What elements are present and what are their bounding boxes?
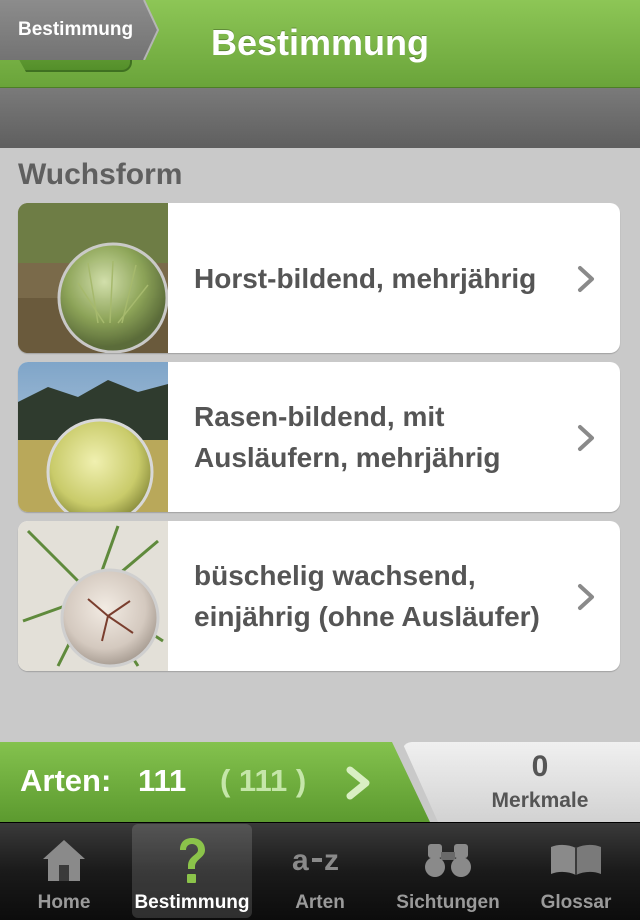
arten-total: ( 111 ) xyxy=(220,763,307,798)
question-icon xyxy=(174,834,210,886)
svg-text:a: a xyxy=(292,844,309,877)
list-item-label: büschelig wachsend, einjährig (ohne Ausl… xyxy=(194,560,540,632)
breadcrumb xyxy=(0,88,640,148)
chevron-right-icon xyxy=(346,766,370,800)
binoculars-icon xyxy=(423,834,473,886)
tab-arten[interactable]: a z Arten xyxy=(260,824,380,918)
chevron-right-icon xyxy=(578,425,594,451)
tab-bestimmung[interactable]: Bestimmung xyxy=(132,824,252,918)
tab-home[interactable]: Home xyxy=(4,824,124,918)
breadcrumb-separator-icon xyxy=(143,0,160,60)
tab-label: Arten xyxy=(295,892,345,913)
tab-label: Home xyxy=(37,892,91,913)
grass-meadow-image xyxy=(18,362,168,512)
chevron-right-icon xyxy=(578,584,594,610)
chevron-right-icon xyxy=(578,266,594,292)
tab-glossar[interactable]: Glossar xyxy=(516,824,636,918)
svg-text:z: z xyxy=(324,844,339,877)
tab-label: Sichtungen xyxy=(396,892,500,913)
tab-label: Glossar xyxy=(540,892,612,913)
list-item[interactable]: Horst-bildend, mehrjährig xyxy=(18,203,620,353)
breadcrumb-item[interactable]: Bestimmung xyxy=(0,0,158,60)
grass-tuft-image xyxy=(18,521,168,671)
list-item[interactable]: büschelig wachsend, einjährig (ohne Ausl… xyxy=(18,521,620,671)
arten-count: 111 xyxy=(138,763,187,798)
az-icon: a z xyxy=(290,834,350,886)
merkmale-count: 0 xyxy=(531,750,549,783)
list-item-label: Rasen-bildend, mit Ausläufern, mehrjähri… xyxy=(194,401,501,473)
grass-tussock-image xyxy=(18,203,168,353)
tab-label: Bestimmung xyxy=(134,892,250,913)
tab-sichtungen[interactable]: Sichtungen xyxy=(388,824,508,918)
list-item[interactable]: Rasen-bildend, mit Ausläufern, mehrjähri… xyxy=(18,362,620,512)
list-item-label: Horst-bildend, mehrjährig xyxy=(194,262,537,294)
section-title: Wuchsform xyxy=(18,158,183,191)
arten-label: Arten: xyxy=(20,763,112,798)
book-icon xyxy=(548,834,604,886)
home-icon xyxy=(40,834,88,886)
merkmale-label: Merkmale xyxy=(491,789,589,812)
